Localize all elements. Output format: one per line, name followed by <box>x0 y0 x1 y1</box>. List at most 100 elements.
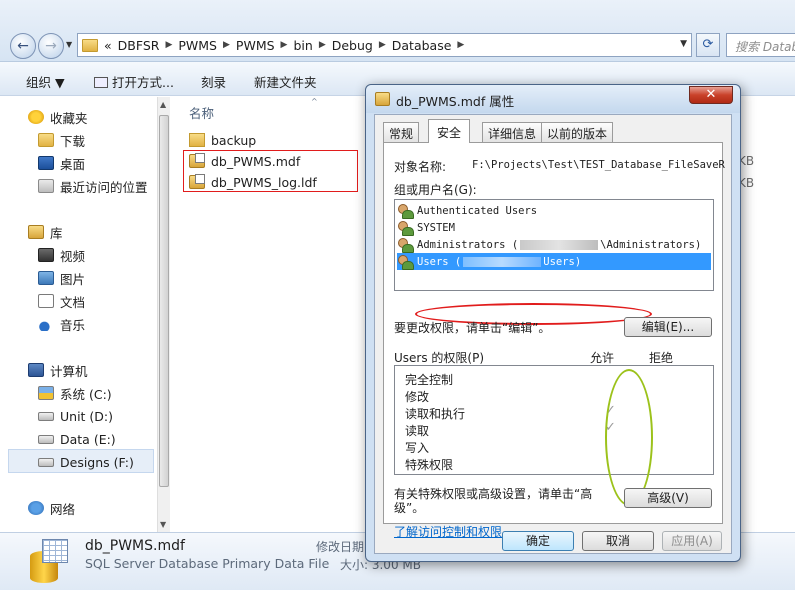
user-item-system[interactable]: SYSTEM <box>397 219 711 236</box>
nav-documents[interactable]: 文档 <box>38 291 85 311</box>
breadcrumb-separator-icon[interactable]: ▶ <box>319 40 326 50</box>
new-folder-button[interactable]: 新建文件夹 <box>254 72 317 91</box>
breadcrumb-database[interactable]: Database <box>392 38 452 53</box>
database-file-large-icon <box>28 539 68 585</box>
learn-access-control-link[interactable]: 了解访问控制和权限 <box>394 523 502 540</box>
close-icon: ✕ <box>705 87 717 102</box>
nav-drive-d[interactable]: Unit (D:) <box>38 406 113 426</box>
nav-label: Data (E:) <box>60 431 116 447</box>
breadcrumb-separator-icon[interactable]: ▶ <box>281 40 288 50</box>
object-name-value: F:\Projects\Test\TEST_Database_FileSaveR <box>472 159 725 171</box>
close-button[interactable]: ✕ <box>689 86 733 104</box>
nav-scrollbar[interactable]: ▲ ▼ <box>157 97 170 532</box>
user-name-prefix: Users ( <box>417 255 462 268</box>
nav-drive-e[interactable]: Data (E:) <box>38 429 116 449</box>
breadcrumb-bin[interactable]: bin <box>293 38 312 53</box>
details-file-type: SQL Server Database Primary Data File <box>85 556 330 571</box>
perm-read: 读取 <box>405 424 430 438</box>
search-input[interactable]: 搜索 Database <box>726 33 795 57</box>
back-button[interactable]: ← <box>10 33 36 59</box>
dialog-title: db_PWMS.mdf 属性 <box>396 94 515 109</box>
computer-icon <box>28 363 44 377</box>
edit-button[interactable]: 编辑(E)... <box>624 317 712 337</box>
user-name: SYSTEM <box>417 221 455 234</box>
table-sheet <box>42 539 68 563</box>
file-row-mdf[interactable]: db_PWMS.mdf <box>189 151 300 171</box>
scroll-up-icon[interactable]: ▲ <box>160 100 166 109</box>
navigation-pane: 收藏夹 下载 桌面 最近访问的位置 库 视频 图片 文档 音乐 计算机 系统 (… <box>0 97 157 532</box>
sort-indicator-icon: ^ <box>311 97 318 106</box>
nav-pictures[interactable]: 图片 <box>38 268 85 288</box>
ok-button[interactable]: 确定 <box>502 531 574 551</box>
user-list[interactable]: Authenticated Users SYSTEM Administrator… <box>394 199 714 291</box>
apply-button[interactable]: 应用(A) <box>662 531 722 551</box>
nav-music[interactable]: 音乐 <box>38 314 85 334</box>
nav-label: 音乐 <box>60 317 86 333</box>
drive-icon <box>38 434 54 444</box>
scrollbar-thumb[interactable] <box>159 115 169 487</box>
users-group-icon <box>397 203 414 219</box>
address-row: ← → ▼ « DBFSR ▶ PWMS ▶ PWMS ▶ bin ▶ Debu… <box>0 0 795 62</box>
arrow-left-icon: ← <box>17 38 29 54</box>
breadcrumb-separator-icon[interactable]: ▶ <box>223 40 230 50</box>
file-row-backup[interactable]: backup <box>189 130 256 150</box>
star-icon <box>28 110 44 124</box>
tab-details[interactable]: 详细信息 <box>482 122 543 142</box>
perm-write: 写入 <box>405 441 430 455</box>
nav-computer[interactable]: 计算机 <box>28 360 88 380</box>
downloads-folder-icon <box>38 133 54 147</box>
nav-label: 图片 <box>60 271 86 287</box>
open-with-button[interactable]: 打开方式... <box>94 72 174 91</box>
tab-general[interactable]: 常规 <box>383 122 420 142</box>
dialog-body: 常规 安全 详细信息 以前的版本 对象名称: F:\Projects\Test\… <box>374 114 732 554</box>
history-dropdown[interactable]: ▼ <box>66 40 72 49</box>
library-icon <box>28 225 44 239</box>
file-row-ldf[interactable]: db_PWMS_log.ldf <box>189 172 317 192</box>
log-file-icon <box>189 174 205 189</box>
cancel-button[interactable]: 取消 <box>582 531 654 551</box>
burn-button[interactable]: 刻录 <box>201 72 226 91</box>
breadcrumb-separator-icon[interactable]: ▶ <box>165 40 172 50</box>
nav-network[interactable]: 网络 <box>28 498 75 518</box>
breadcrumb-pwms[interactable]: PWMS <box>178 38 217 53</box>
redacted-machine-name <box>463 256 542 267</box>
nav-desktop[interactable]: 桌面 <box>38 153 85 173</box>
change-permissions-hint: 要更改权限，请单击“编辑”。 <box>394 321 551 335</box>
breadcrumb-debug[interactable]: Debug <box>332 38 373 53</box>
breadcrumb-dbfsr[interactable]: DBFSR <box>118 38 160 53</box>
nav-drive-c[interactable]: 系统 (C:) <box>38 383 112 403</box>
nav-downloads[interactable]: 下载 <box>38 130 85 150</box>
address-bar[interactable]: « DBFSR ▶ PWMS ▶ PWMS ▶ bin ▶ Debug ▶ Da… <box>77 33 692 57</box>
refresh-button[interactable]: ⟳ <box>696 33 720 57</box>
dialog-titlebar[interactable]: db_PWMS.mdf 属性 ✕ <box>366 85 740 113</box>
user-item-users[interactable]: Users (Users) <box>397 253 711 270</box>
special-hint-line-2: 级”。 <box>394 501 425 515</box>
tab-previous-versions[interactable]: 以前的版本 <box>541 122 614 142</box>
breadcrumb-pwms-2[interactable]: PWMS <box>236 38 275 53</box>
nav-favorites[interactable]: 收藏夹 <box>28 107 88 127</box>
nav-libraries[interactable]: 库 <box>28 222 63 242</box>
nav-label: 视频 <box>60 248 86 264</box>
nav-recent[interactable]: 最近访问的位置 <box>38 176 148 196</box>
nav-label: 桌面 <box>60 156 86 172</box>
scroll-down-icon[interactable]: ▼ <box>160 520 166 529</box>
organize-button[interactable]: 组织 ▼ <box>26 72 65 91</box>
tab-security[interactable]: 安全 <box>428 119 471 143</box>
breadcrumb-separator-icon[interactable]: ▶ <box>457 40 464 50</box>
forward-button[interactable]: → <box>38 33 64 59</box>
user-item-authenticated[interactable]: Authenticated Users <box>397 202 711 219</box>
nav-label: 下载 <box>60 133 86 149</box>
user-name-prefix: Administrators ( <box>417 238 519 251</box>
permissions-label: Users 的权限(P) <box>394 351 485 365</box>
breadcrumb-separator-icon[interactable]: ▶ <box>379 40 386 50</box>
advanced-button[interactable]: 高级(V) <box>624 488 712 508</box>
user-item-administrators[interactable]: Administrators (\Administrators) <box>397 236 711 253</box>
nav-drive-f[interactable]: Designs (F:) <box>38 452 134 472</box>
column-header-name[interactable]: 名称 <box>189 103 214 122</box>
address-dropdown-icon[interactable]: ▼ <box>680 39 687 49</box>
nav-videos[interactable]: 视频 <box>38 245 85 265</box>
music-icon <box>38 317 54 331</box>
nav-label: 库 <box>50 225 63 241</box>
details-file-name: db_PWMS.mdf <box>85 538 185 554</box>
breadcrumb-overflow[interactable]: « <box>104 38 112 53</box>
